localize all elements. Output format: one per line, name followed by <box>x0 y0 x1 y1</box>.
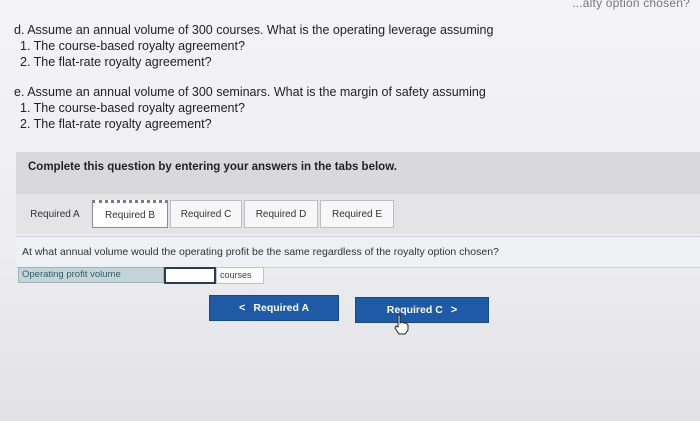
question-e: e. Assume an annual volume of 300 semina… <box>14 84 486 132</box>
prev-button-label: Required A <box>253 302 310 314</box>
tab-required-e[interactable]: Required E <box>320 200 394 228</box>
question-d-item-1: 1. The course-based royalty agreement? <box>20 39 245 53</box>
hand-pointer-icon <box>394 314 409 335</box>
operating-profit-volume-input[interactable] <box>164 267 216 284</box>
answer-label: Operating profit volume <box>18 267 164 283</box>
answer-unit: courses <box>216 267 264 284</box>
tab-question-text: At what annual volume would the operatin… <box>22 246 499 258</box>
tab-required-b[interactable]: Required B <box>92 200 168 228</box>
question-e-item-1: 1. The course-based royalty agreement? <box>20 101 245 115</box>
prev-required-a-button[interactable]: < Required A <box>209 295 339 321</box>
question-e-item-2: 2. The flat-rate royalty agreement? <box>20 117 212 131</box>
question-d-prompt: d. Assume an annual volume of 300 course… <box>14 23 494 37</box>
tabs-row: Required A Required B Required C Require… <box>16 194 700 234</box>
next-required-c-button[interactable]: Required C > <box>355 297 489 323</box>
tab-question-row: At what annual volume would the operatin… <box>16 236 700 268</box>
cutoff-text: ...alty option chosen? <box>572 0 690 10</box>
instruction-band: Complete this question by entering your … <box>16 152 700 194</box>
tab-required-d[interactable]: Required D <box>244 200 318 228</box>
instruction-text: Complete this question by entering your … <box>28 161 397 173</box>
tab-required-c[interactable]: Required C <box>170 200 242 228</box>
question-e-prompt: e. Assume an annual volume of 300 semina… <box>14 85 486 99</box>
chevron-right-icon: > <box>450 304 458 316</box>
chevron-left-icon: < <box>238 302 246 314</box>
tab-required-a[interactable]: Required A <box>20 200 90 228</box>
question-d-item-2: 2. The flat-rate royalty agreement? <box>20 55 212 69</box>
page: ...alty option chosen? d. Assume an annu… <box>0 0 700 421</box>
question-d: d. Assume an annual volume of 300 course… <box>14 22 493 70</box>
